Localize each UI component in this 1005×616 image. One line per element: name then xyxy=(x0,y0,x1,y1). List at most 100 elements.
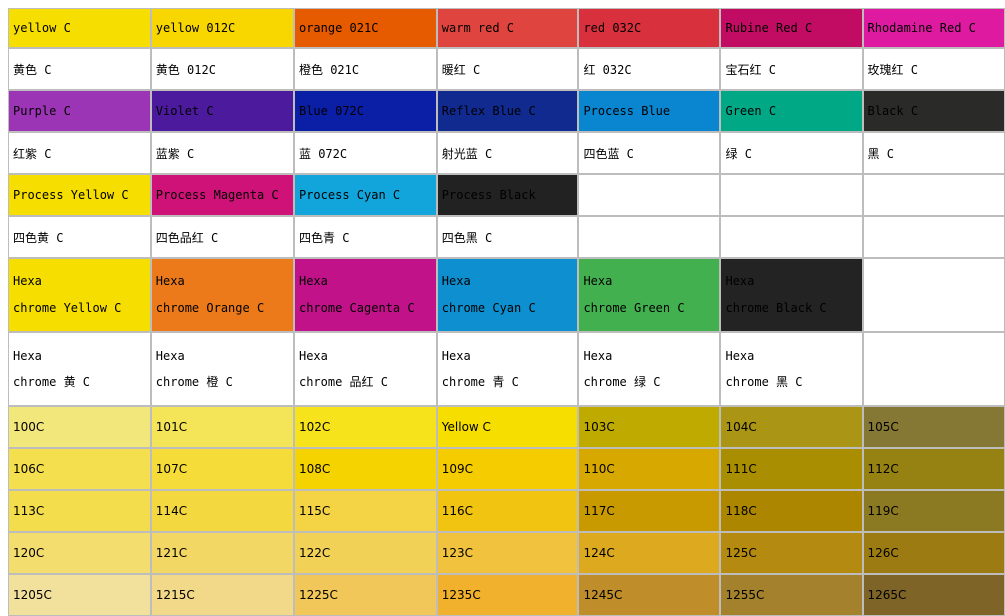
color-name-label: Hexa chrome 黄 C xyxy=(8,332,151,406)
color-swatch: Black C xyxy=(863,90,1005,132)
color-swatch: 102C xyxy=(294,406,437,448)
color-swatch: 126C xyxy=(863,532,1005,574)
color-chart-body: yellow Cyellow 012Corange 021Cwarm red C… xyxy=(8,8,1005,616)
color-swatch: Process Blue xyxy=(578,90,720,132)
color-swatch: 119C xyxy=(863,490,1005,532)
color-swatch: 1215C xyxy=(151,574,294,616)
color-swatch: Hexa chrome Orange C xyxy=(151,258,294,332)
color-name-label: 宝石红 C xyxy=(720,48,862,90)
color-name-label: Hexa chrome 品红 C xyxy=(294,332,437,406)
color-swatch: Process Cyan C xyxy=(294,174,437,216)
empty-cell xyxy=(863,216,1005,258)
color-name-label: 绿 C xyxy=(720,132,862,174)
color-name-label: 四色青 C xyxy=(294,216,437,258)
color-swatch: 116C xyxy=(437,490,579,532)
color-swatch: 1245C xyxy=(578,574,720,616)
color-swatch: 112C xyxy=(863,448,1005,490)
color-swatch: warm red C xyxy=(437,8,579,48)
color-swatch: 106C xyxy=(8,448,151,490)
empty-cell xyxy=(720,174,862,216)
color-swatch: 105C xyxy=(863,406,1005,448)
empty-cell xyxy=(578,216,720,258)
color-swatch: 121C xyxy=(151,532,294,574)
chart-row: 四色黄 C四色品红 C四色青 C四色黑 C xyxy=(8,216,1005,258)
color-swatch: yellow 012C xyxy=(151,8,294,48)
empty-cell xyxy=(578,174,720,216)
color-swatch: Green C xyxy=(720,90,862,132)
color-swatch: 1255C xyxy=(720,574,862,616)
color-swatch: Process Black xyxy=(437,174,579,216)
chart-row: 106C107C108C109C110C111C112C xyxy=(8,448,1005,490)
color-swatch: Violet C xyxy=(151,90,294,132)
color-name-label: 四色黑 C xyxy=(437,216,579,258)
color-swatch: 1235C xyxy=(437,574,579,616)
color-swatch: 122C xyxy=(294,532,437,574)
color-swatch: Rubine Red C xyxy=(720,8,862,48)
color-swatch: Purple C xyxy=(8,90,151,132)
color-swatch: 124C xyxy=(578,532,720,574)
chart-row: 100C101C102CYellow C103C104C105C xyxy=(8,406,1005,448)
color-chart-table: yellow Cyellow 012Corange 021Cwarm red C… xyxy=(8,8,1005,616)
color-swatch: Hexa chrome Cagenta C xyxy=(294,258,437,332)
color-swatch: 110C xyxy=(578,448,720,490)
color-swatch: Process Yellow C xyxy=(8,174,151,216)
chart-row: 1205C1215C1225C1235C1245C1255C1265C xyxy=(8,574,1005,616)
color-swatch: 1205C xyxy=(8,574,151,616)
color-swatch: Reflex Blue C xyxy=(437,90,579,132)
color-name-label: Hexa chrome 黑 C xyxy=(720,332,862,406)
color-name-label: Hexa chrome 绿 C xyxy=(578,332,720,406)
color-name-label: Hexa chrome 橙 C xyxy=(151,332,294,406)
color-name-label: 玫瑰红 C xyxy=(863,48,1005,90)
color-swatch: 100C xyxy=(8,406,151,448)
color-swatch: Hexa chrome Black C xyxy=(720,258,862,332)
chart-row: 黄色 C黄色 012C橙色 021C暖红 C红 032C宝石红 C玫瑰红 C xyxy=(8,48,1005,90)
color-name-label: 黄色 C xyxy=(8,48,151,90)
empty-cell xyxy=(863,174,1005,216)
empty-cell xyxy=(720,216,862,258)
color-swatch: 104C xyxy=(720,406,862,448)
color-swatch: 115C xyxy=(294,490,437,532)
chart-row: Process Yellow CProcess Magenta CProcess… xyxy=(8,174,1005,216)
color-name-label: 四色蓝 C xyxy=(578,132,720,174)
color-name-label: 四色黄 C xyxy=(8,216,151,258)
color-swatch: Rhodamine Red C xyxy=(863,8,1005,48)
chart-row: 113C114C115C116C117C118C119C xyxy=(8,490,1005,532)
color-swatch: 114C xyxy=(151,490,294,532)
color-name-label: 射光蓝 C xyxy=(437,132,579,174)
color-swatch: 113C xyxy=(8,490,151,532)
color-swatch: 109C xyxy=(437,448,579,490)
color-swatch: 1225C xyxy=(294,574,437,616)
chart-row: Hexa chrome 黄 CHexa chrome 橙 CHexa chrom… xyxy=(8,332,1005,406)
empty-cell xyxy=(863,332,1005,406)
color-swatch: Hexa chrome Cyan C xyxy=(437,258,579,332)
color-name-label: 红 032C xyxy=(578,48,720,90)
color-swatch: Process Magenta C xyxy=(151,174,294,216)
chart-row: 红紫 C蓝紫 C蓝 072C射光蓝 C四色蓝 C绿 C黑 C xyxy=(8,132,1005,174)
color-swatch: 120C xyxy=(8,532,151,574)
color-name-label: 蓝紫 C xyxy=(151,132,294,174)
chart-row: yellow Cyellow 012Corange 021Cwarm red C… xyxy=(8,8,1005,48)
empty-cell xyxy=(863,258,1005,332)
color-swatch: 123C xyxy=(437,532,579,574)
color-name-label: Hexa chrome 青 C xyxy=(437,332,579,406)
color-swatch: Hexa chrome Yellow C xyxy=(8,258,151,332)
color-swatch: Blue 072C xyxy=(294,90,437,132)
color-swatch: 111C xyxy=(720,448,862,490)
chart-row: 120C121C122C123C124C125C126C xyxy=(8,532,1005,574)
color-swatch: 103C xyxy=(578,406,720,448)
color-swatch: 108C xyxy=(294,448,437,490)
color-swatch: 118C xyxy=(720,490,862,532)
color-swatch: 107C xyxy=(151,448,294,490)
color-swatch: red 032C xyxy=(578,8,720,48)
color-swatch: 1265C xyxy=(863,574,1005,616)
color-swatch: orange 021C xyxy=(294,8,437,48)
color-swatch: 101C xyxy=(151,406,294,448)
color-swatch: yellow C xyxy=(8,8,151,48)
color-name-label: 黄色 012C xyxy=(151,48,294,90)
color-swatch: Yellow C xyxy=(437,406,579,448)
chart-row: Hexa chrome Yellow CHexa chrome Orange C… xyxy=(8,258,1005,332)
color-name-label: 红紫 C xyxy=(8,132,151,174)
chart-row: Purple CViolet CBlue 072CReflex Blue CPr… xyxy=(8,90,1005,132)
color-name-label: 暖红 C xyxy=(437,48,579,90)
color-name-label: 橙色 021C xyxy=(294,48,437,90)
